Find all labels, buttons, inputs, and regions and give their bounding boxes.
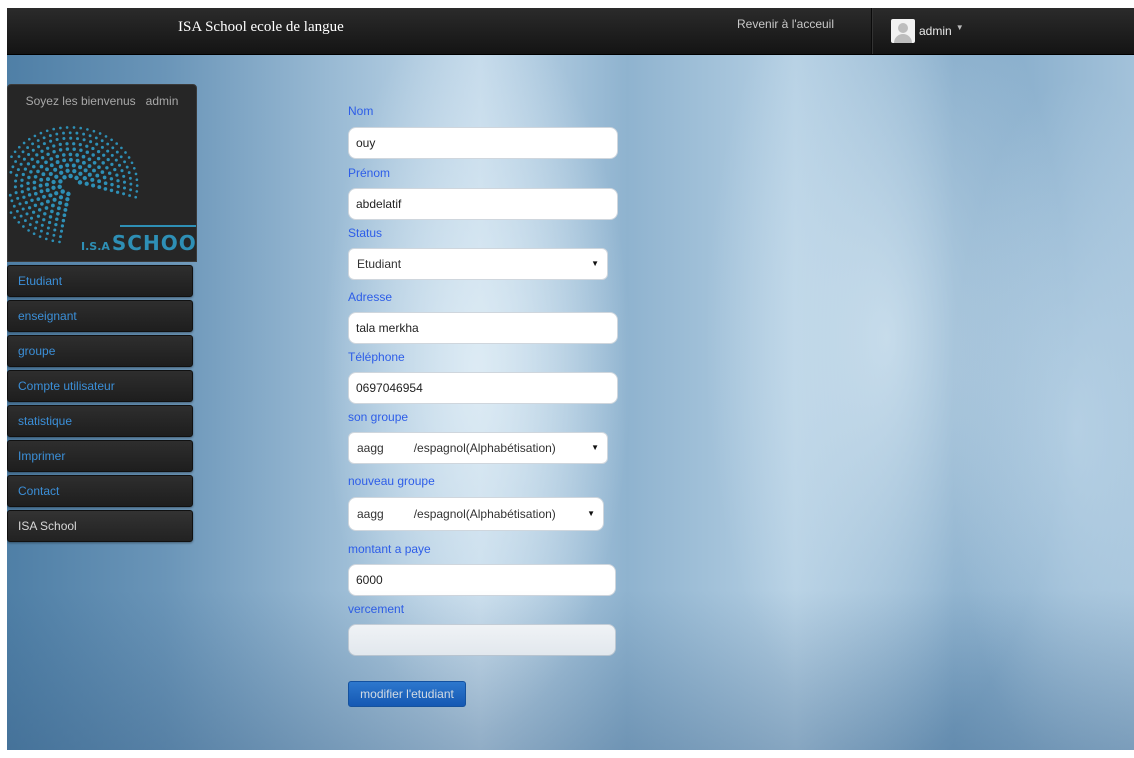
chevron-down-icon: ▼ [955,22,964,32]
son-groupe-label: son groupe [348,410,409,424]
sidebar: Soyez les bienvenus admin I.S.ASCHOOL Et… [7,84,197,542]
dropdown-arrow-icon: ▼ [591,259,599,268]
dropdown-arrow-icon: ▼ [587,509,595,518]
nav-divider [871,8,873,54]
nouveau-groupe-select[interactable]: aagg /espagnol(Alphabétisation) ▼ [348,497,604,531]
status-select[interactable]: Etudiant ▼ [348,248,608,280]
vercement-field[interactable] [348,624,616,656]
user-name: admin [919,24,952,38]
sidebar-item-statistique[interactable]: statistique [7,405,193,437]
brand-title[interactable]: ISA School ecole de langue [178,19,344,36]
modifier-etudiant-button[interactable]: modifier l'etudiant [348,681,466,707]
logo-underline [120,225,196,227]
montant-field[interactable] [348,564,616,596]
nom-field[interactable] [348,127,618,159]
dropdown-arrow-icon: ▼ [591,443,599,452]
montant-label: montant a paye [348,542,431,556]
top-navbar: ISA School ecole de langue Revenir à l'a… [7,8,1134,55]
welcome-text: Soyez les bienvenus admin [25,94,179,108]
sidebar-item-enseignant[interactable]: enseignant [7,300,193,332]
nom-label: Nom [348,104,374,118]
home-link[interactable]: Revenir à l'acceuil [737,17,834,31]
adresse-field[interactable] [348,312,618,344]
status-label: Status [348,226,383,240]
sidebar-item-groupe[interactable]: groupe [7,335,193,367]
nouveau-groupe-label: nouveau groupe [348,474,435,488]
sidebar-item-isa-school[interactable]: ISA School [7,510,193,542]
user-menu[interactable]: admin ▼ [891,17,964,45]
vercement-label: vercement [348,602,405,616]
adresse-label: Adresse [348,290,393,304]
sidebar-item-etudiant[interactable]: Etudiant [7,265,193,297]
logo-wordmark: I.S.ASCHOOL [81,231,197,255]
sidebar-item-imprimer[interactable]: Imprimer [7,440,193,472]
prenom-field[interactable] [348,188,618,220]
status-select-value: Etudiant [357,257,402,271]
prenom-label: Prénom [348,166,391,180]
welcome-panel: Soyez les bienvenus admin I.S.ASCHOOL [7,84,197,262]
nouveau-groupe-select-value: aagg /espagnol(Alphabétisation) [357,507,556,521]
page-frame: ISA School ecole de langue Revenir à l'a… [7,8,1134,750]
son-groupe-select-value: aagg /espagnol(Alphabétisation) [357,441,556,455]
sidebar-item-contact[interactable]: Contact [7,475,193,507]
son-groupe-select[interactable]: aagg /espagnol(Alphabétisation) ▼ [348,432,608,464]
sidebar-item-compte-utilisateur[interactable]: Compte utilisateur [7,370,193,402]
telephone-field[interactable] [348,372,618,404]
telephone-label: Téléphone [348,350,405,364]
user-avatar-icon [891,19,915,43]
